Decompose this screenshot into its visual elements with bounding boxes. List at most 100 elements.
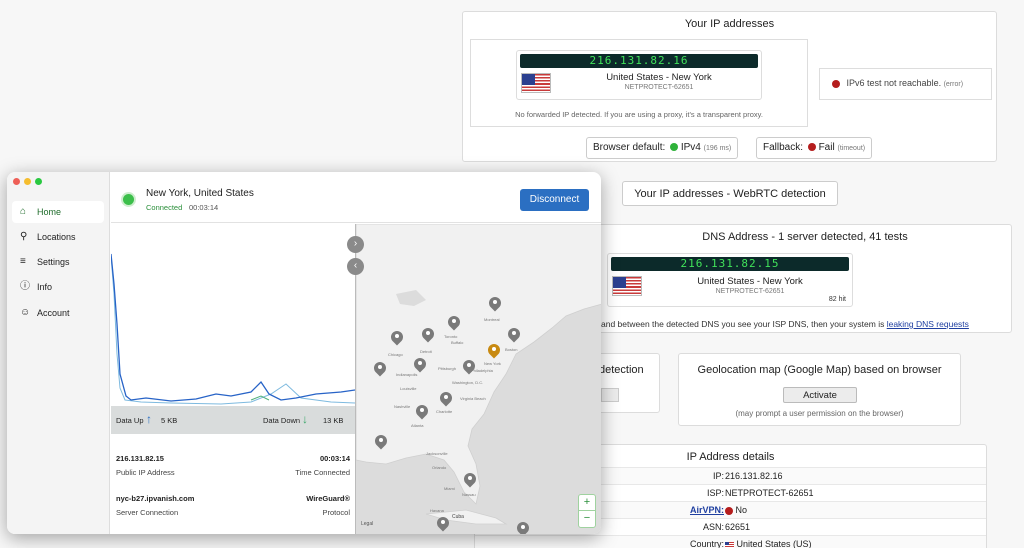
server-map[interactable]: Montreal Boston New York Chicago Detroit…	[347, 224, 601, 534]
map-legal-link[interactable]: Legal	[361, 521, 373, 527]
server-pin-detroit[interactable]	[419, 325, 437, 344]
north-america-land	[356, 224, 601, 505]
disconnect-button[interactable]: Disconnect	[520, 189, 589, 211]
server-pin-indianapolis[interactable]	[411, 355, 429, 374]
server-pin-charlotte[interactable]	[437, 389, 455, 408]
browser-default-label: Browser default:	[593, 142, 666, 153]
server-pin-st-louis[interactable]	[371, 359, 389, 378]
row-key: ASN:	[702, 522, 724, 532]
dns-leak-link[interactable]: leaking DNS requests	[887, 319, 969, 329]
row-value: 216.131.82.16	[725, 471, 783, 481]
sliders-icon: ≡	[20, 256, 26, 267]
arrow-down-icon: ↓	[302, 412, 308, 426]
map-label: Chicago	[388, 352, 403, 357]
map-zoom-controls: + −	[578, 494, 596, 528]
row-key: ISP:	[706, 488, 724, 498]
map-label: Havana	[430, 508, 444, 513]
map-label: Jacksonville	[426, 451, 448, 456]
server-pin-chicago[interactable]	[388, 328, 406, 347]
us-flag-icon	[521, 73, 551, 93]
map-label: Washington, D.C.	[452, 380, 484, 385]
server-pin-washington[interactable]	[460, 357, 478, 376]
server-pin-new-york-active[interactable]	[485, 341, 503, 360]
vpn-app-window: ⌂ Home ⚲ Locations ≡ Settings ⓘ Info ☺ A…	[7, 172, 601, 534]
map-label: Virginia Beach	[460, 396, 486, 401]
server-pin-caribbean[interactable]	[514, 519, 532, 534]
dns-panel: DNS Address - 1 server detected, 41 test…	[598, 224, 1012, 333]
ipv4-card: 216.131.82.16 United States - New York N…	[516, 50, 762, 100]
sidebar-item-locations[interactable]: ⚲ Locations	[12, 226, 104, 248]
ipv6-text: IPv6 test not reachable.	[846, 78, 942, 88]
connection-timer: 00:03:14	[189, 203, 219, 212]
public-ip-label: Public IP Address	[116, 468, 175, 477]
map-label: Louisville	[400, 386, 417, 391]
server-pin-montreal[interactable]	[486, 294, 504, 313]
server-pin-miami[interactable]	[461, 470, 479, 489]
data-up-value: 5 KB	[161, 416, 178, 425]
map-collapse-button[interactable]: ‹	[347, 258, 364, 275]
no-forward-note: No forwarded IP detected. If you are usi…	[515, 110, 763, 119]
home-icon: ⌂	[20, 206, 27, 217]
row-value: 62651	[725, 522, 751, 532]
ipv6-box: IPv6 test not reachable. (error)	[819, 68, 992, 100]
map-land-svg	[356, 224, 601, 525]
data-up-label: Data Up	[116, 416, 144, 425]
us-flag-icon	[725, 541, 734, 548]
sidebar-item-info[interactable]: ⓘ Info	[12, 276, 104, 298]
map-label: Toronto	[444, 334, 458, 339]
map-label: Charlotte	[436, 409, 453, 414]
fallback-box: Fallback: Fail (timeout)	[756, 137, 873, 159]
activate-button[interactable]: Activate	[783, 387, 857, 403]
map-label: Nassau	[462, 492, 476, 497]
info-icon: ⓘ	[20, 281, 30, 292]
sidebar-item-settings[interactable]: ≡ Settings	[12, 251, 104, 273]
detection-button[interactable]	[601, 388, 619, 402]
server-pin-toronto[interactable]	[445, 313, 463, 332]
browser-default-time: (196 ms)	[703, 145, 732, 152]
us-flag-icon	[612, 276, 642, 296]
map-label: Buffalo	[451, 340, 464, 345]
protocol-label: Protocol	[322, 508, 350, 517]
webrtc-detection-button[interactable]: Your IP addresses - WebRTC detection	[622, 181, 838, 206]
ip-addresses-panel: Your IP addresses 216.131.82.16 United S…	[462, 11, 997, 162]
time-connected-label: Time Connected	[295, 468, 350, 477]
server-location: New York, United States	[146, 188, 254, 199]
server-pin-boston[interactable]	[505, 325, 523, 344]
map-label: Detroit	[420, 349, 432, 354]
data-down-label: Data Down	[263, 416, 301, 425]
protocol-value: WireGuard®	[306, 494, 350, 503]
data-down-series	[110, 253, 356, 402]
zoom-window-button[interactable]	[35, 178, 42, 185]
zoom-out-button[interactable]: −	[579, 511, 595, 527]
row-value: United States (US)	[725, 539, 812, 548]
ipv4-isp: NETPROTECT-62651	[624, 84, 694, 91]
geolocation-panel: Geolocation map (Google Map) based on br…	[678, 353, 961, 426]
dns-isp: NETPROTECT-62651	[715, 288, 785, 295]
row-key: IP:	[712, 471, 724, 481]
server-pin-havana[interactable]	[434, 514, 452, 533]
sidebar-item-account[interactable]: ☺ Account	[12, 302, 104, 324]
map-label: Pittsburgh	[438, 366, 457, 371]
map-label: Atlanta	[411, 423, 424, 428]
close-window-button[interactable]	[13, 178, 20, 185]
map-expand-button[interactable]: ›	[347, 236, 364, 253]
geolocation-title: Geolocation map (Google Map) based on br…	[697, 364, 942, 376]
browser-default-value: IPv4	[680, 142, 701, 153]
dns-location: United States - New York	[697, 276, 803, 287]
server-pin-new-orleans[interactable]	[372, 432, 390, 451]
zoom-in-button[interactable]: +	[579, 495, 595, 511]
dns-title: DNS Address - 1 server detected, 41 test…	[702, 231, 908, 243]
traffic-graph	[110, 224, 356, 406]
server-pin-atlanta[interactable]	[413, 402, 431, 421]
sidebar-item-home[interactable]: ⌂ Home	[12, 201, 104, 223]
ipv4-box: 216.131.82.16 United States - New York N…	[470, 39, 808, 127]
connection-stats: 216.131.82.15 Public IP Address 00:03:14…	[111, 434, 355, 534]
airvpn-link[interactable]: AirVPN:	[690, 505, 724, 515]
minimize-window-button[interactable]	[24, 178, 31, 185]
sidebar-item-label: Info	[37, 282, 53, 292]
ok-dot-icon	[670, 143, 679, 152]
table-row: Country: United States (US)	[475, 535, 986, 548]
map-label: New York	[484, 361, 501, 366]
no-dot-icon	[725, 506, 733, 515]
map-label: Orlando	[432, 465, 447, 470]
